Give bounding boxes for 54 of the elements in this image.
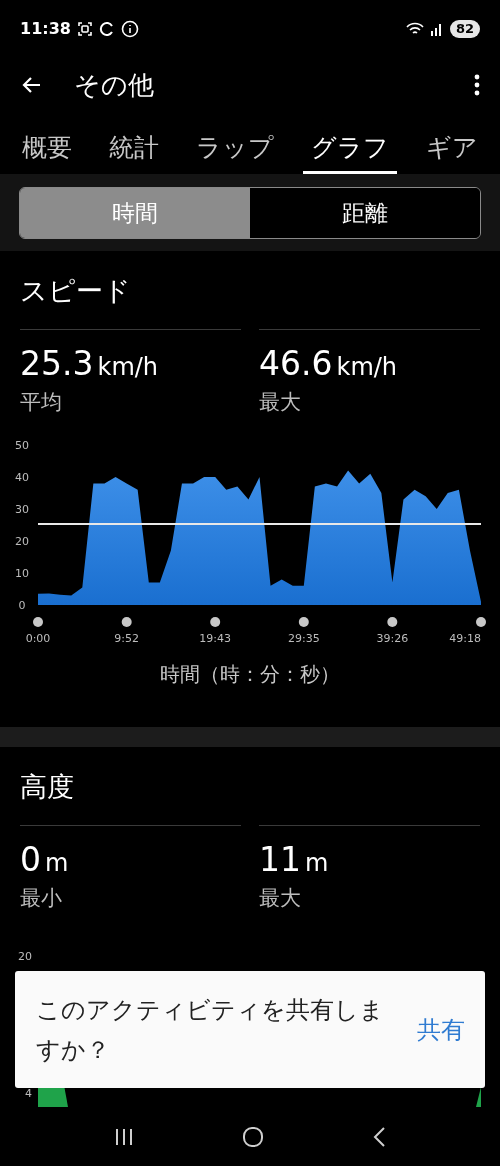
sync-icon: [98, 20, 115, 37]
tab[interactable]: ラップ: [188, 131, 282, 175]
y-tick-label: 30: [15, 503, 29, 517]
status-time: 11:38: [20, 17, 71, 40]
y-tick-label: 0: [18, 599, 26, 613]
stat-value: 25.3: [20, 344, 94, 385]
x-tick-dot: [476, 617, 486, 628]
battery-badge: 82: [449, 19, 480, 38]
stat-label: 平均: [20, 389, 63, 417]
segment-button[interactable]: 距離: [250, 187, 480, 238]
page-title: その他: [74, 68, 155, 102]
stat-unit: m: [305, 847, 329, 879]
share-button[interactable]: 共有: [417, 1011, 465, 1048]
info-icon: [120, 19, 139, 38]
section-title: スピード: [19, 274, 132, 309]
stat-value: 11: [259, 839, 301, 880]
x-tick-label: 19:43: [199, 632, 232, 646]
tab[interactable]: 統計: [101, 131, 167, 175]
x-tick-label: 39:26: [376, 632, 409, 646]
back-icon[interactable]: [372, 1126, 386, 1149]
more-icon[interactable]: [474, 74, 480, 97]
x-tick-label: 0:00: [25, 632, 51, 646]
stat-label: 最大: [259, 884, 302, 912]
stat-value: 0: [20, 839, 41, 880]
x-tick-label: 9:52: [114, 632, 140, 646]
stat-value: 46.6: [259, 344, 333, 385]
stat-unit: km/h: [336, 352, 398, 384]
x-tick-label: 49:18: [449, 632, 481, 646]
stat-label: 最大: [259, 389, 302, 417]
y-tick-label: 4: [25, 1085, 32, 1102]
y-tick-label: 40: [15, 471, 29, 485]
snackbar-message: このアクティビティを共有しますか？: [36, 994, 385, 1066]
x-tick-dot: [210, 617, 221, 628]
x-tick-label: 29:35: [287, 632, 320, 646]
x-tick-dot: [387, 617, 398, 628]
screenshot-icon: [76, 20, 93, 37]
section-title: 高度: [19, 769, 75, 804]
stat-unit: m: [45, 847, 69, 879]
y-tick-label: 50: [15, 439, 29, 453]
signal-icon: [429, 21, 444, 36]
tab[interactable]: 概要: [14, 131, 80, 175]
x-tick-dot: [298, 617, 309, 628]
stat-label: 最小: [20, 884, 63, 912]
y-tick-label: 20: [15, 535, 29, 549]
stat-unit: km/h: [97, 352, 159, 384]
x-tick-dot: [33, 617, 43, 628]
tab[interactable]: ギア: [418, 131, 486, 175]
home-icon[interactable]: [242, 1126, 264, 1149]
recent-apps-icon[interactable]: [114, 1128, 134, 1147]
y-tick-label: 20: [18, 948, 32, 965]
wifi-icon: [405, 20, 424, 37]
x-tick-dot: [121, 617, 132, 628]
y-tick-label: 10: [15, 567, 29, 581]
axis-title: 時間（時：分：秒）: [159, 661, 341, 689]
